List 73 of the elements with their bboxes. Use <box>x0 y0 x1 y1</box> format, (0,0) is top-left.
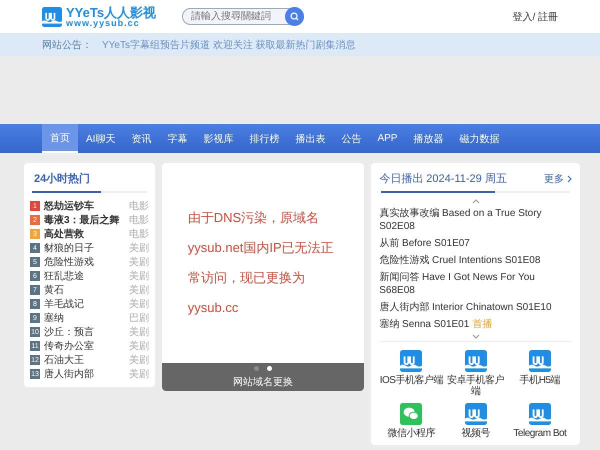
app-label[interactable]: 安卓手机客户端 <box>444 375 508 397</box>
card-title: 24小时热门 <box>33 172 92 187</box>
genre-label: 美剧 <box>128 256 149 269</box>
search-icon <box>290 12 300 21</box>
app-label[interactable]: IOS手机客户端 <box>380 375 443 386</box>
nav-tab[interactable]: 磁力数据 <box>451 124 508 153</box>
nav-tab[interactable]: 播放器 <box>405 124 452 153</box>
hot-title-link[interactable]: 传奇办公室 <box>44 339 125 353</box>
more-link[interactable]: 更多 <box>544 172 572 186</box>
hot-title-link[interactable]: 石油大王 <box>44 353 125 367</box>
hot-title-link[interactable]: 高处营救 <box>44 227 125 241</box>
genre-label: 美剧 <box>128 340 149 353</box>
premiere-tag: 首播 <box>472 319 492 330</box>
nav-tab[interactable]: 排行榜 <box>241 124 288 153</box>
search-button[interactable] <box>285 7 304 26</box>
episode-link[interactable]: 从前 Before S01E07 <box>379 237 470 250</box>
genre-label: 美剧 <box>128 298 149 311</box>
hot-title-link[interactable]: 狂乱悲途 <box>44 269 125 283</box>
episode-link[interactable]: 唐人街内部 Interior Chinatown S01E10 <box>379 301 552 314</box>
genre-label: 美剧 <box>128 326 149 339</box>
genre-label: 美剧 <box>128 242 149 255</box>
hot-title-link[interactable]: 黄石 <box>44 283 125 297</box>
app-label[interactable]: 微信小程序 <box>388 428 436 439</box>
hot-title-link[interactable]: 毒液3：最后之舞 <box>44 213 125 227</box>
genre-label: 美剧 <box>128 270 149 283</box>
nav-tab[interactable]: 公告 <box>333 124 370 153</box>
chevron-down-icon[interactable] <box>472 334 480 339</box>
app-label[interactable]: 视频号 <box>461 428 490 439</box>
genre-label: 美剧 <box>128 284 149 297</box>
site-url: www.yysub.cc <box>66 18 140 28</box>
carousel-caption: 网站域名更换 <box>233 376 293 388</box>
hot-title-link[interactable]: 豺狼的日子 <box>44 241 125 255</box>
chevron-up-icon[interactable] <box>472 199 480 204</box>
app-label[interactable]: Telegram Bot <box>513 428 566 439</box>
genre-label: 美剧 <box>128 368 149 381</box>
title-underline <box>32 191 101 193</box>
wave-app-icon <box>400 350 422 372</box>
genre-label: 电影 <box>128 214 149 227</box>
nav-tab[interactable]: APP <box>369 124 406 153</box>
genre-label: 电影 <box>128 228 149 241</box>
hot-title-link[interactable]: 唐人街内部 <box>44 367 125 381</box>
episode-link[interactable]: 塞纳 Senna S01E01 <box>379 318 470 331</box>
episode-link[interactable]: 真实故事改编 Based on a True Story S02E08 <box>379 207 572 233</box>
wave-logo-icon <box>42 6 62 26</box>
search-field[interactable]: 請輸入搜尋關鍵詞 <box>182 8 304 25</box>
hot-title-link[interactable]: 塞纳 <box>44 311 125 325</box>
wave-app-icon <box>464 403 487 425</box>
nav-tab[interactable]: 影视库 <box>195 124 242 153</box>
wave-app-icon <box>464 350 487 372</box>
nav-tab[interactable]: AI聊天 <box>78 124 124 153</box>
carousel-dot[interactable] <box>254 366 259 370</box>
genre-label: 巴剧 <box>128 312 149 325</box>
episode-link[interactable]: 危险性游戏 Cruel Intentions S01E08 <box>379 254 540 267</box>
wave-app-icon <box>528 403 551 425</box>
carousel-dot[interactable] <box>267 366 272 370</box>
notice-message: 由于DNS污染，原域名yysub.net国内IP已无法正常访问，现已更换为yysub.cc <box>188 209 335 317</box>
announcement-label: 网站公告： <box>42 38 92 52</box>
hot-title-link[interactable]: 沙丘：预言 <box>44 325 125 339</box>
nav-tab[interactable]: 播出表 <box>287 124 334 153</box>
app-label[interactable]: 手机H5端 <box>520 375 560 386</box>
chevron-right-icon <box>567 174 572 182</box>
nav-tab[interactable]: 资讯 <box>123 124 160 153</box>
genre-label: 电影 <box>128 200 149 213</box>
hot-title-link[interactable]: 怒劫运钞车 <box>44 199 125 213</box>
login-link[interactable]: 登入/ 註冊 <box>512 10 558 24</box>
card-title: 今日播出 2024-11-29 周五 <box>379 172 507 186</box>
hot-title-link[interactable]: 危险性游戏 <box>44 255 125 269</box>
genre-label: 美剧 <box>128 354 149 367</box>
wave-app-icon <box>528 350 551 372</box>
nav-tab[interactable]: 字幕 <box>159 124 196 153</box>
episode-link[interactable]: 新闻问答 Have I Got News For You S68E08 <box>379 271 572 297</box>
hot-title-link[interactable]: 羊毛战记 <box>44 297 125 311</box>
chat-bubbles-icon[interactable] <box>400 403 422 425</box>
